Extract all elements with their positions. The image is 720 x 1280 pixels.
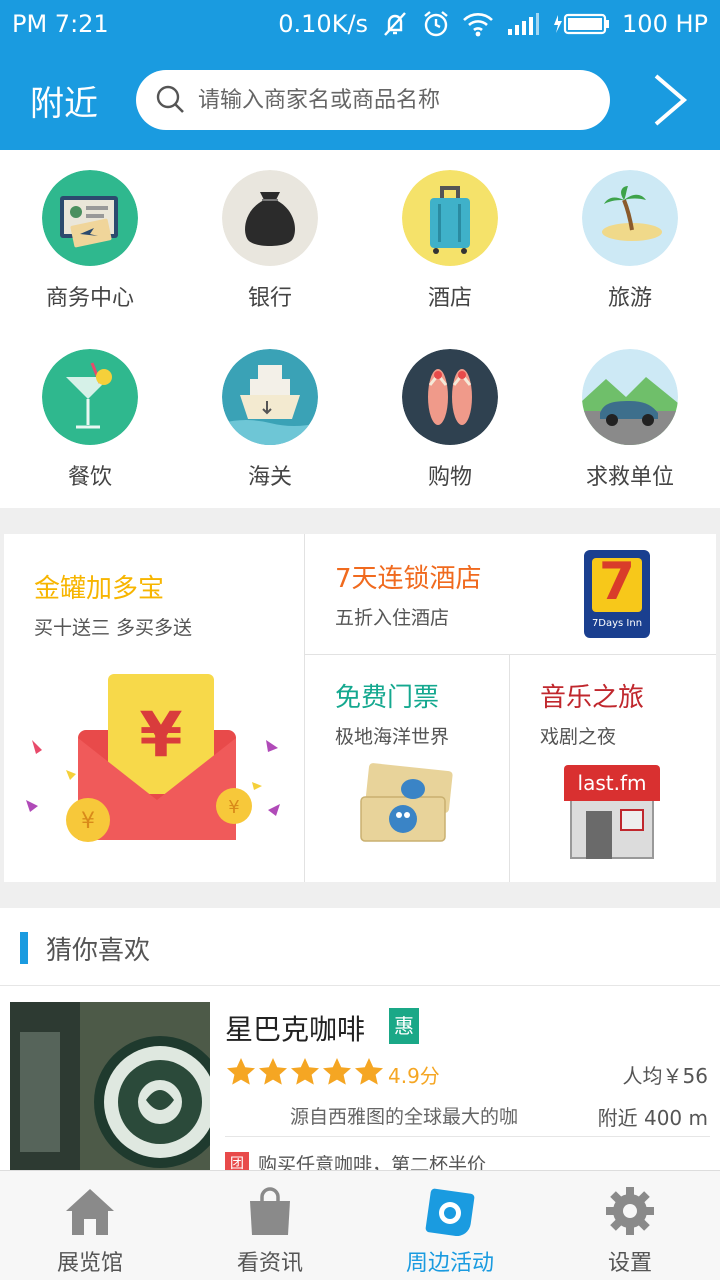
promo-hotel[interactable]: 7天连锁酒店 五折入住酒店 7 7Days Inn xyxy=(305,534,716,654)
shop-description: 源自西雅图的全球最大的咖 xyxy=(290,1106,519,1128)
category-label: 购物 xyxy=(427,465,472,490)
tab-label: 看资讯 xyxy=(236,1251,303,1276)
status-icons: 0.10K/s 100 HP xyxy=(278,10,708,38)
promo-music[interactable]: 音乐之旅 戏剧之夜 last.fm xyxy=(510,655,716,882)
gear-icon xyxy=(606,1187,654,1235)
category-bank[interactable]: 银行 xyxy=(180,150,360,329)
wifi-icon xyxy=(463,13,493,37)
promo-main-subtitle: 买十送三 多买多送 xyxy=(34,617,193,639)
star-icon xyxy=(259,1058,287,1085)
search-input[interactable] xyxy=(198,87,578,113)
mute-icon xyxy=(384,12,406,36)
promo-hotel-title: 7天连锁酒店 xyxy=(335,564,482,594)
discount-badge: 惠 xyxy=(389,1008,419,1044)
tab-settings[interactable]: 设置 xyxy=(540,1171,720,1280)
category-label: 餐饮 xyxy=(67,465,112,490)
category-label: 酒店 xyxy=(427,286,472,311)
category-label: 商务中心 xyxy=(45,286,134,311)
eye-icon xyxy=(425,1188,475,1237)
divider xyxy=(225,1136,710,1137)
shopping-icon xyxy=(402,349,498,445)
battery-level: 100 HP xyxy=(622,10,708,38)
promo-panel: 金罐加多宝 买十送三 多买多送 ¥ ¥ ¥ 7天连锁酒店 五折入住酒店 7 7D… xyxy=(4,534,716,882)
category-dining[interactable]: 餐饮 xyxy=(0,329,180,508)
chevron-right-icon[interactable] xyxy=(648,70,692,130)
7days-inn-logo: 7 7Days Inn xyxy=(584,550,650,638)
bag-icon xyxy=(250,1187,290,1235)
bank-icon xyxy=(222,170,318,266)
bottom-tab-bar: 展览馆 看资讯 周边活动 设置 xyxy=(0,1170,720,1280)
ticket-icon xyxy=(360,763,453,842)
star-icon xyxy=(291,1058,319,1085)
red-envelope-icon: ¥ ¥ ¥ xyxy=(26,674,280,842)
category-grid: 商务中心 银行 酒店 旅游 餐饮 海关 购物 求救单位 xyxy=(0,150,720,508)
shop-thumbnail xyxy=(10,1002,210,1170)
status-time: PM 7:21 xyxy=(12,10,109,38)
star-icon xyxy=(355,1058,383,1085)
section-title: 猜你喜欢 xyxy=(46,936,151,966)
svg-text:¥: ¥ xyxy=(81,809,95,834)
search-box[interactable] xyxy=(136,70,610,130)
promo-tickets[interactable]: 免费门票 极地海洋世界 xyxy=(305,655,509,882)
battery-icon xyxy=(554,13,610,35)
lastfm-store-icon: last.fm xyxy=(564,765,660,859)
category-rescue[interactable]: 求救单位 xyxy=(540,329,720,508)
business-center-icon xyxy=(42,170,138,266)
tab-label: 周边活动 xyxy=(405,1251,494,1276)
home-icon xyxy=(66,1189,114,1235)
category-travel[interactable]: 旅游 xyxy=(540,150,720,329)
star-icon xyxy=(323,1058,351,1085)
star-icon xyxy=(227,1058,255,1085)
network-speed: 0.10K/s xyxy=(278,10,369,38)
promo-music-title: 音乐之旅 xyxy=(540,683,645,713)
category-shopping[interactable]: 购物 xyxy=(360,329,540,508)
promo-hotel-subtitle: 五折入住酒店 xyxy=(335,607,450,629)
nav-bar: 附近 xyxy=(0,50,720,150)
status-bar: PM 7:21 0.10K/s 100 HP xyxy=(0,0,720,50)
section-accent-bar xyxy=(20,932,28,964)
tab-exhibition[interactable]: 展览馆 xyxy=(0,1171,180,1280)
svg-text:¥: ¥ xyxy=(228,797,239,818)
travel-icon xyxy=(582,170,678,266)
promo-music-subtitle: 戏剧之夜 xyxy=(540,726,617,748)
lastfm-logo: last.fm xyxy=(564,765,660,801)
tab-nearby-events[interactable]: 周边活动 xyxy=(360,1171,540,1280)
category-label: 求救单位 xyxy=(585,465,674,490)
hotel-icon xyxy=(402,170,498,266)
category-label: 海关 xyxy=(247,465,292,490)
page-title: 附近 xyxy=(30,84,98,124)
average-price: 人均￥56 xyxy=(622,1064,708,1088)
rating-score: 4.9分 xyxy=(388,1064,440,1088)
shop-distance: 附近 400 m xyxy=(597,1106,708,1130)
rescue-icon xyxy=(582,349,678,445)
signal-icon xyxy=(508,13,540,35)
promo-tickets-title: 免费门票 xyxy=(335,683,440,713)
category-label: 银行 xyxy=(247,286,292,311)
customs-icon xyxy=(222,349,318,445)
top-bar: PM 7:21 0.10K/s 100 HP 附近 xyxy=(0,0,720,150)
dining-icon xyxy=(42,349,138,445)
alarm-icon xyxy=(424,11,448,37)
guess-section: 猜你喜欢 星巴克咖啡 惠 4.9分 人均￥56 源自西雅图的全球最大的咖 附近 … xyxy=(0,908,720,1176)
logo-caption: 7Days Inn xyxy=(591,618,643,629)
category-label: 旅游 xyxy=(607,286,652,311)
promo-tickets-subtitle: 极地海洋世界 xyxy=(335,726,450,748)
promo-main[interactable]: 金罐加多宝 买十送三 多买多送 ¥ ¥ ¥ xyxy=(4,534,304,882)
rating-stars xyxy=(225,1056,385,1088)
svg-text:¥: ¥ xyxy=(139,698,182,771)
category-hotel[interactable]: 酒店 xyxy=(360,150,540,329)
section-header: 猜你喜欢 xyxy=(0,908,720,986)
search-icon xyxy=(156,85,184,113)
category-business-center[interactable]: 商务中心 xyxy=(0,150,180,329)
promo-main-title: 金罐加多宝 xyxy=(34,574,165,604)
tab-news[interactable]: 看资讯 xyxy=(180,1171,360,1280)
category-customs[interactable]: 海关 xyxy=(180,329,360,508)
list-item[interactable]: 星巴克咖啡 惠 4.9分 人均￥56 源自西雅图的全球最大的咖 附近 400 m… xyxy=(10,1002,710,1176)
tab-label: 设置 xyxy=(607,1251,652,1276)
tab-label: 展览馆 xyxy=(56,1251,123,1276)
shop-name: 星巴克咖啡 xyxy=(225,1013,366,1046)
